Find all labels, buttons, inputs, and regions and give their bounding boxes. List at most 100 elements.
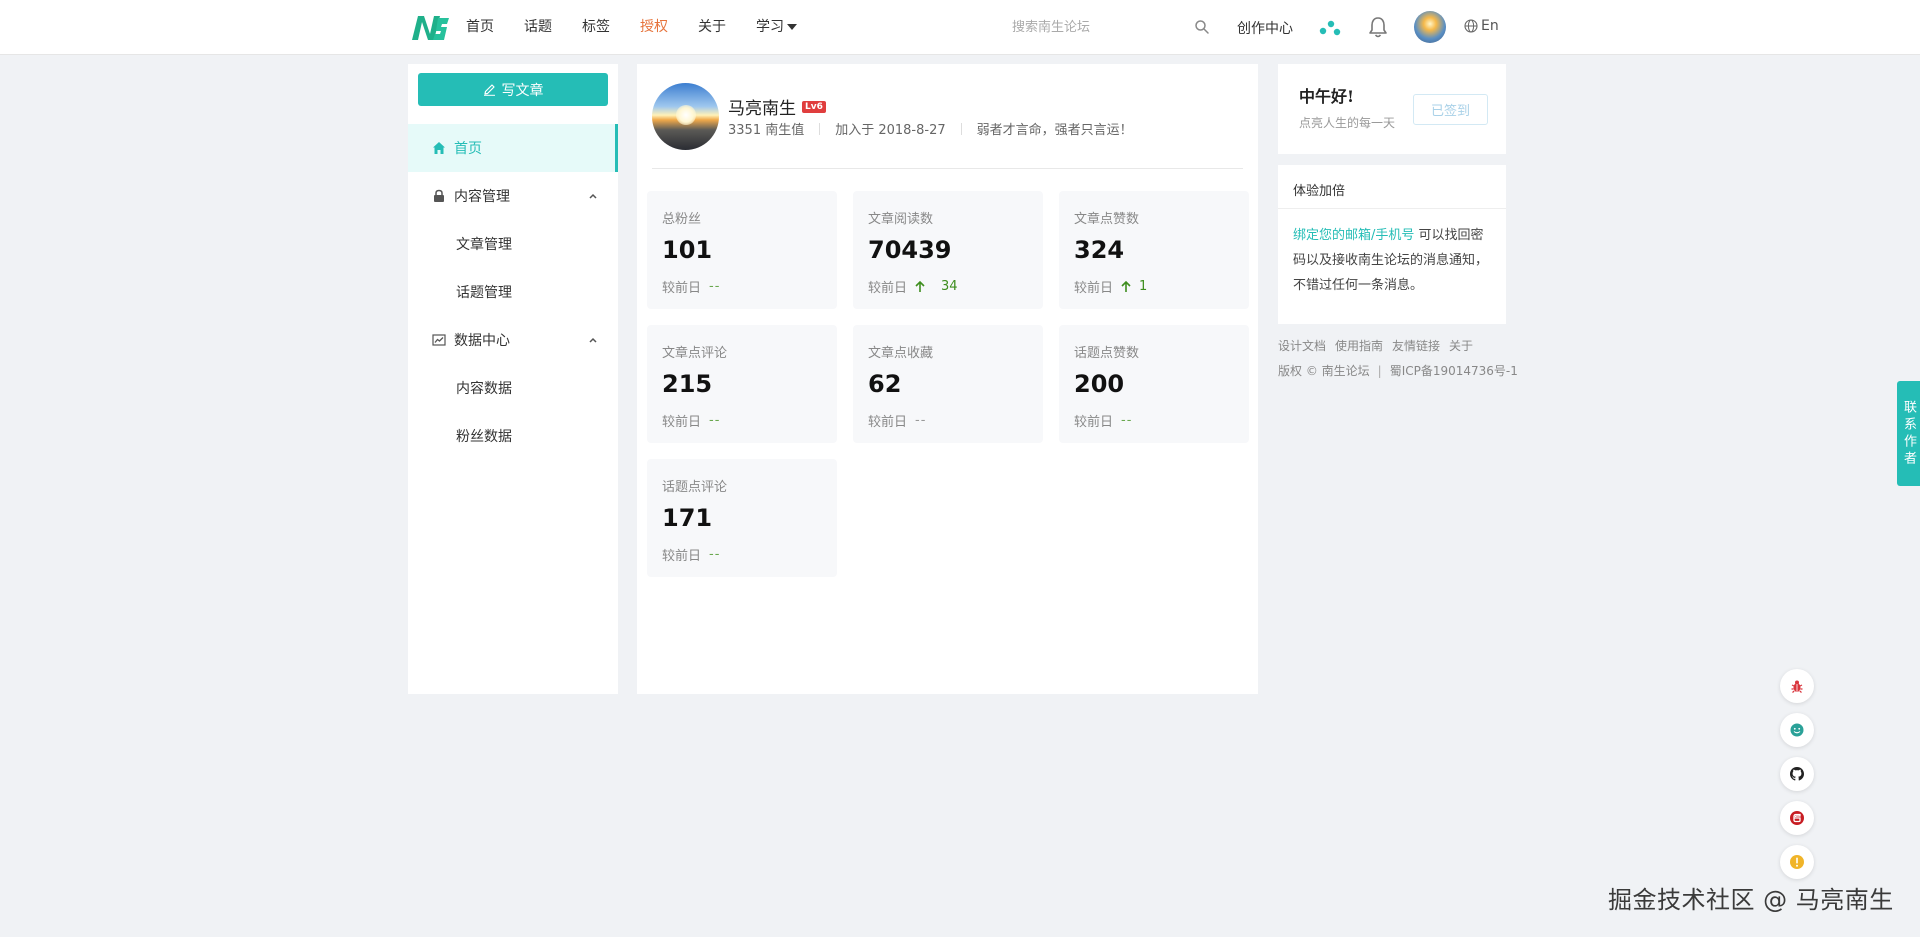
- stat-value: 62: [868, 370, 902, 398]
- stat-compare: 较前日 --: [662, 545, 720, 564]
- stat-value: 215: [662, 370, 713, 398]
- compare-value: --: [1121, 413, 1133, 428]
- sidebar-item-fans-data[interactable]: 粉丝数据: [408, 412, 618, 460]
- stat-label: 文章阅读数: [868, 212, 934, 227]
- search-input[interactable]: [1000, 12, 1210, 42]
- stat-value: 171: [662, 504, 713, 532]
- divider: [819, 122, 821, 135]
- stat-value: 101: [662, 236, 713, 264]
- globe-icon: [1464, 19, 1478, 33]
- stat-value: 70439: [868, 236, 952, 264]
- stat-card-article-favorites: 文章点收藏 62 较前日 --: [853, 325, 1043, 443]
- language-label: En: [1481, 18, 1499, 34]
- stat-value: 324: [1074, 236, 1125, 264]
- search-icon[interactable]: [1194, 19, 1210, 35]
- create-center-link[interactable]: 创作中心: [1237, 18, 1293, 38]
- apps-icon[interactable]: [1318, 18, 1344, 38]
- compare-value: --: [915, 413, 927, 428]
- write-article-button[interactable]: 写文章: [418, 73, 608, 106]
- stat-compare: 较前日 1: [1074, 277, 1147, 296]
- compare-label: 较前日: [662, 415, 702, 430]
- nav-learn[interactable]: 学习: [756, 0, 797, 55]
- dashboard-panel: 马亮南生 Lv6 3351 南生值 加入于 2018-8-27 弱者才言命，强者…: [637, 64, 1258, 694]
- gitee-button[interactable]: [1780, 801, 1814, 835]
- bug-icon: [1791, 680, 1803, 693]
- stat-compare: 较前日 --: [868, 411, 926, 430]
- avatar-sun: [676, 105, 696, 125]
- github-button[interactable]: [1780, 757, 1814, 791]
- profile-name: 马亮南生: [728, 99, 796, 119]
- main-nav: 首页 话题 标签 授权 关于 学习: [466, 0, 827, 55]
- chevron-up-icon: [589, 193, 597, 199]
- gitee-icon: [1790, 811, 1804, 825]
- checkin-button[interactable]: 已签到: [1413, 94, 1488, 125]
- experience-card: 体验加倍 绑定您的邮箱/手机号 可以找回密码以及接收南生论坛的消息通知，不错过任…: [1278, 165, 1506, 324]
- sidebar-item-data-center[interactable]: 数据中心: [408, 316, 618, 364]
- compare-value: --: [709, 547, 721, 562]
- sidebar-item-content-data[interactable]: 内容数据: [408, 364, 618, 412]
- smile-chat-icon: [1790, 723, 1804, 737]
- nav-tags[interactable]: 标签: [582, 0, 610, 55]
- contact-author-label: 联系作者: [1901, 399, 1916, 468]
- nav-license[interactable]: 授权: [640, 0, 668, 55]
- stat-card-total-fans: 总粉丝 101 较前日 --: [647, 191, 837, 309]
- stat-compare: 较前日 --: [662, 277, 720, 296]
- level-badge: Lv6: [802, 100, 826, 113]
- sidebar-item-label: 数据中心: [454, 333, 510, 349]
- compare-up: 1: [1119, 279, 1147, 294]
- contact-author-tab[interactable]: 联系作者: [1897, 381, 1920, 486]
- stat-label: 文章点评论: [662, 346, 728, 361]
- github-icon: [1790, 767, 1804, 781]
- compare-value: 1: [1139, 279, 1148, 294]
- stat-label: 文章点赞数: [1074, 212, 1140, 227]
- nav-topics[interactable]: 话题: [524, 0, 552, 55]
- stat-label: 总粉丝: [662, 212, 702, 227]
- footer-link-design-docs[interactable]: 设计文档: [1278, 337, 1326, 354]
- compare-label: 较前日: [662, 281, 702, 296]
- stat-card-topic-likes: 话题点赞数 200 较前日 --: [1059, 325, 1249, 443]
- stat-value: 200: [1074, 370, 1125, 398]
- stat-compare: 较前日 --: [1074, 411, 1132, 430]
- profile-avatar[interactable]: [652, 83, 719, 150]
- profile-name-row: 马亮南生 Lv6: [728, 94, 826, 119]
- sidebar-menu: 首页 内容管理 文章管理 话题管理 数据中心 内容数据 粉丝数据: [408, 124, 618, 460]
- footer-link-about[interactable]: 关于: [1449, 337, 1473, 354]
- icp-link[interactable]: 蜀ICP备19014736号-1: [1390, 362, 1518, 379]
- compare-label: 较前日: [662, 549, 702, 564]
- nav-home[interactable]: 首页: [466, 0, 494, 55]
- chart-icon: [432, 334, 446, 346]
- bug-report-button[interactable]: [1780, 669, 1814, 703]
- bell-icon[interactable]: [1367, 15, 1389, 39]
- compare-value: 34: [941, 279, 958, 294]
- sidebar: 写文章 首页 内容管理 文章管理 话题管理 数据中心 内容数据 粉丝数据: [408, 64, 618, 694]
- arrow-up-icon: [1121, 280, 1131, 292]
- pen-icon: [483, 84, 495, 96]
- sidebar-item-content-management[interactable]: 内容管理: [408, 172, 618, 220]
- divider: |: [1377, 363, 1382, 378]
- experience-body: 绑定您的邮箱/手机号 可以找回密码以及接收南生论坛的消息通知，不错过任何一条消息…: [1293, 223, 1493, 298]
- compare-label: 较前日: [868, 415, 908, 430]
- stat-compare: 较前日 --: [662, 411, 720, 430]
- profile-meta: 3351 南生值 加入于 2018-8-27 弱者才言命，强者只言运！: [728, 119, 1133, 138]
- stat-compare: 较前日 34: [868, 277, 958, 296]
- greeting-card: 中午好! 点亮人生的每一天 已签到: [1278, 64, 1506, 154]
- arrow-up-icon: [915, 280, 925, 292]
- sidebar-item-topic-management[interactable]: 话题管理: [408, 268, 618, 316]
- sidebar-item-home[interactable]: 首页: [408, 124, 618, 172]
- stat-label: 文章点收藏: [868, 346, 934, 361]
- watermark: 掘金技术社区 @ 马亮南生: [1608, 886, 1894, 914]
- footer-link-friends[interactable]: 友情链接: [1392, 337, 1440, 354]
- logo-icon[interactable]: [410, 12, 450, 42]
- language-switch[interactable]: En: [1464, 18, 1499, 34]
- stat-card-article-likes: 文章点赞数 324 较前日 1: [1059, 191, 1249, 309]
- nav-about[interactable]: 关于: [698, 0, 726, 55]
- user-avatar[interactable]: [1414, 11, 1446, 43]
- notice-button[interactable]: [1780, 845, 1814, 879]
- stat-card-article-reads: 文章阅读数 70439 较前日 34: [853, 191, 1043, 309]
- top-header: 首页 话题 标签 授权 关于 学习 创作中心 En: [0, 0, 1920, 55]
- sidebar-item-article-management[interactable]: 文章管理: [408, 220, 618, 268]
- footer-link-guide[interactable]: 使用指南: [1335, 337, 1383, 354]
- lock-icon: [434, 189, 444, 202]
- chat-button[interactable]: [1780, 713, 1814, 747]
- bind-email-phone-link[interactable]: 绑定您的邮箱/手机号: [1293, 228, 1414, 243]
